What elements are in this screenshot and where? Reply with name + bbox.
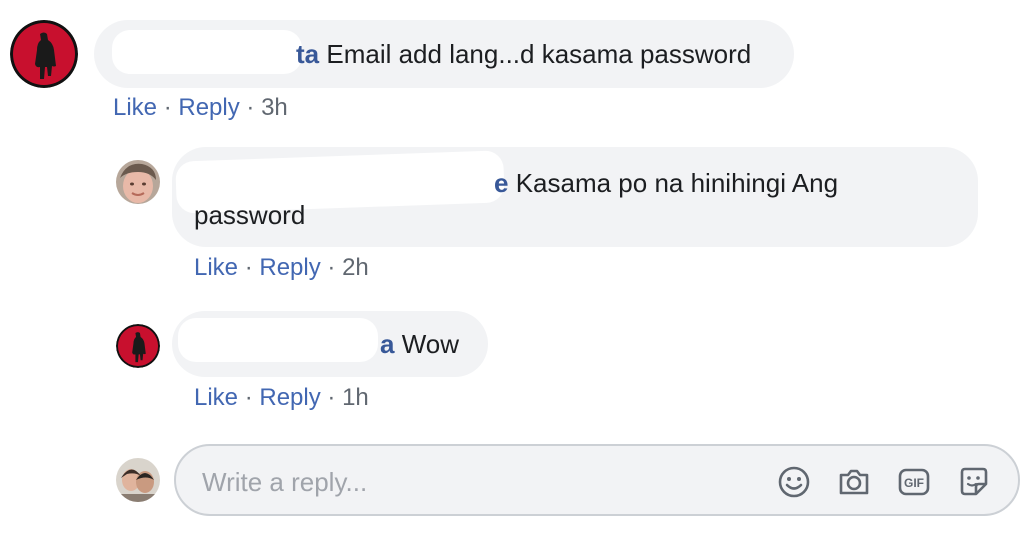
reply-link[interactable]: Reply <box>178 94 239 121</box>
reply-link[interactable]: Reply <box>259 254 320 281</box>
like-link[interactable]: Like <box>194 384 238 411</box>
current-user-avatar <box>116 458 160 502</box>
photo-avatar-icon <box>116 160 160 204</box>
comment-actions: Like · Reply · 1h <box>194 383 369 413</box>
commenter-avatar[interactable] <box>10 20 78 88</box>
redacted-name <box>112 30 302 74</box>
reply-link[interactable]: Reply <box>259 384 320 411</box>
comment-text: a Wow <box>380 327 459 361</box>
comment-actions: Like · Reply · 3h <box>113 93 288 123</box>
separator: · <box>244 254 253 281</box>
separator: · <box>163 94 172 121</box>
comment-body: Email add lang...d kasama password <box>326 39 752 69</box>
comment-body: Wow <box>401 329 460 359</box>
commenter-name[interactable]: a <box>380 329 394 359</box>
gif-icon[interactable]: GIF <box>896 464 932 500</box>
commenter-avatar[interactable] <box>116 324 160 368</box>
timestamp[interactable]: 1h <box>342 384 369 411</box>
comment-text: ta Email add lang...d kasama password <box>296 37 751 71</box>
camera-icon[interactable] <box>836 464 872 500</box>
commenter-name[interactable]: e <box>494 168 508 198</box>
comment-actions: Like · Reply · 2h <box>194 253 369 283</box>
timestamp[interactable]: 2h <box>342 254 369 281</box>
comment-text: e Kasama po na hinihingi Ang <box>494 166 838 200</box>
separator: · <box>244 384 253 411</box>
red-silhouette-icon <box>10 20 78 88</box>
commenter-name[interactable]: ta <box>296 39 319 69</box>
sticker-icon[interactable] <box>956 464 992 500</box>
svg-text:GIF: GIF <box>904 476 924 490</box>
emoji-icon[interactable] <box>776 464 812 500</box>
red-silhouette-icon <box>116 324 160 368</box>
reply-composer: GIF <box>174 444 1020 516</box>
reply-input[interactable] <box>200 462 764 502</box>
separator: · <box>327 254 336 281</box>
comment-text-continued: password <box>194 200 306 230</box>
comment-body: Kasama po na hinihingi Ang <box>515 168 839 198</box>
like-link[interactable]: Like <box>113 94 157 121</box>
separator: · <box>246 94 255 121</box>
separator: · <box>327 384 336 411</box>
timestamp[interactable]: 3h <box>261 94 288 121</box>
couple-photo-icon <box>116 458 160 502</box>
redacted-name <box>178 318 378 362</box>
like-link[interactable]: Like <box>194 254 238 281</box>
commenter-avatar[interactable] <box>116 160 160 204</box>
